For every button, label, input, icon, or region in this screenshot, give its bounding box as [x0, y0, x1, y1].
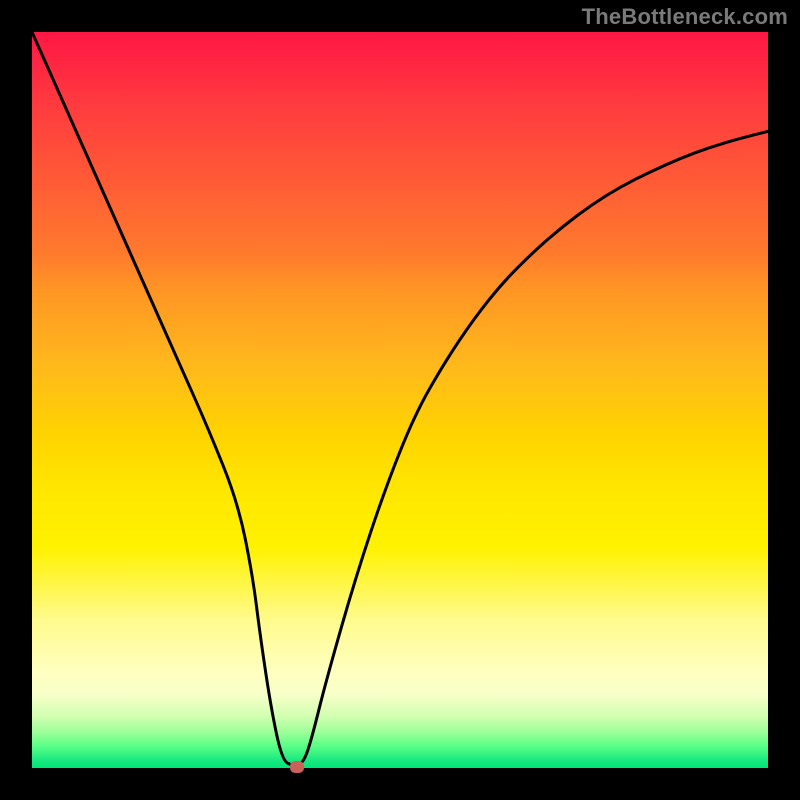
chart-frame: TheBottleneck.com: [0, 0, 800, 800]
watermark-text: TheBottleneck.com: [582, 4, 788, 30]
plot-area: [32, 32, 768, 768]
optimal-point-marker: [290, 761, 304, 773]
